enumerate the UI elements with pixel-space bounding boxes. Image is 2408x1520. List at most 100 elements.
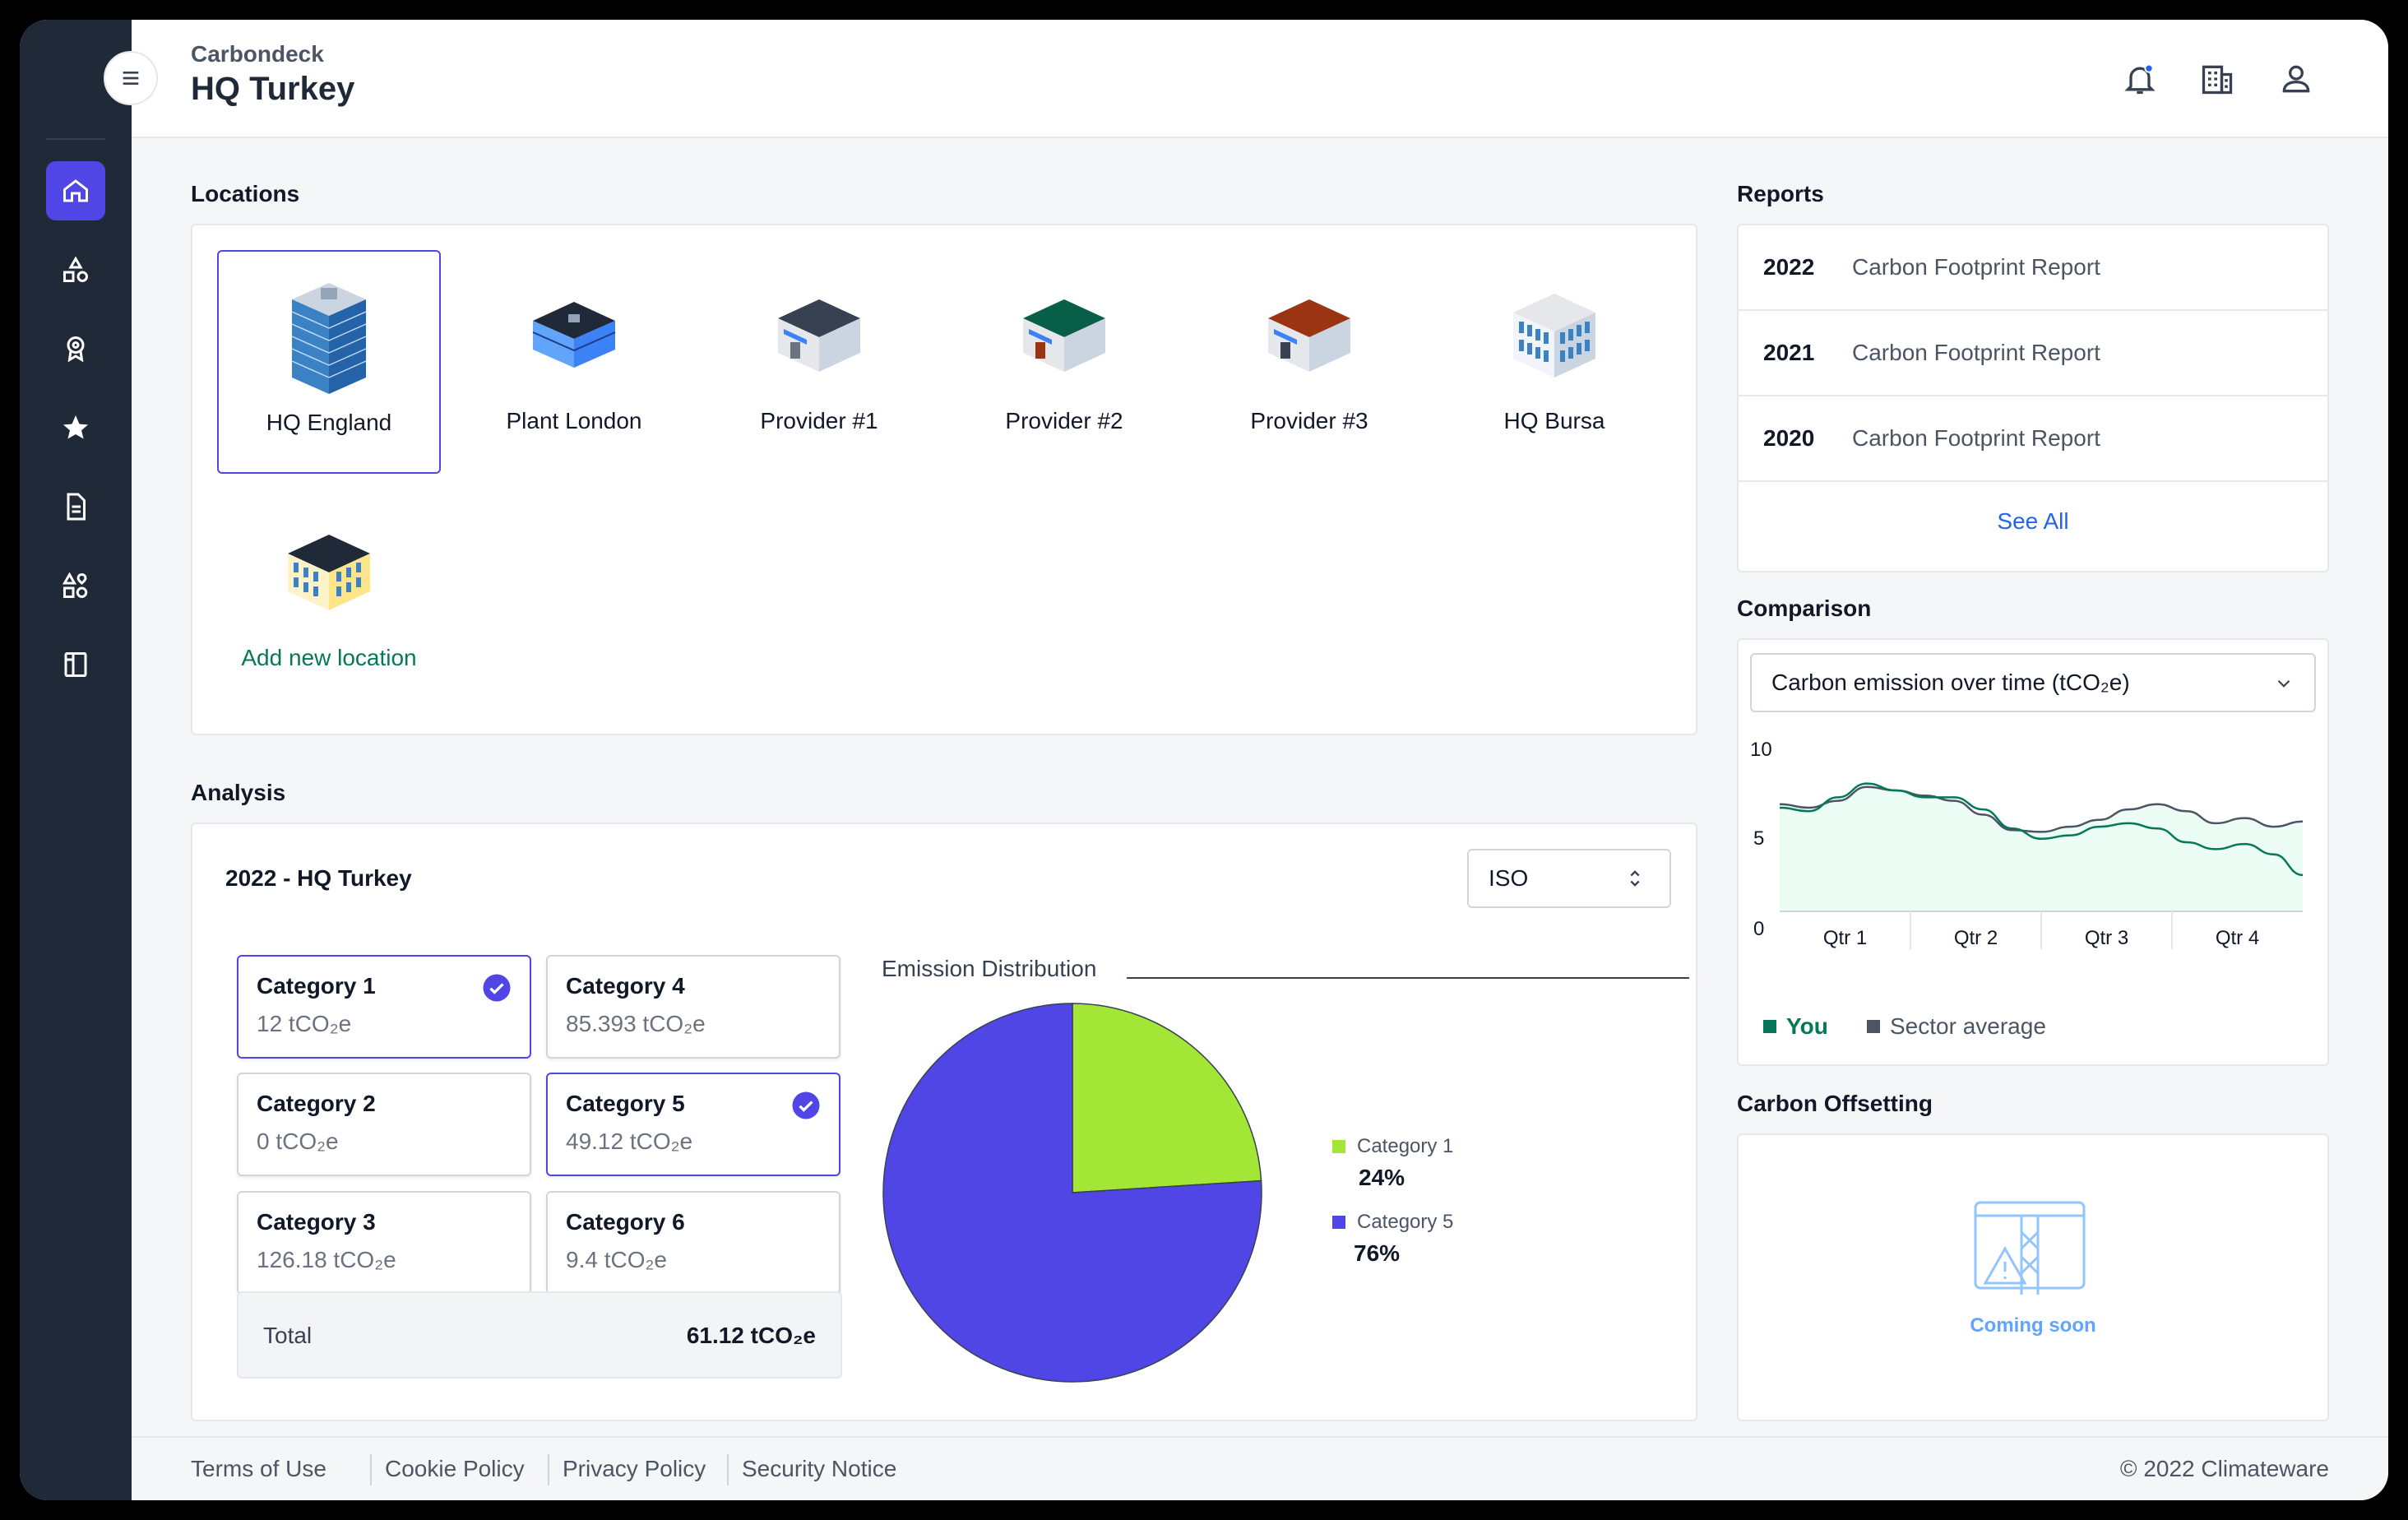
office-building-icon <box>1497 273 1612 396</box>
report-year: 2022 <box>1763 254 1815 280</box>
offsetting-card: Coming soon <box>1737 1133 2329 1421</box>
category-card-3[interactable]: Category 3 126.18 tCO₂e <box>237 1191 531 1295</box>
sidebar-item-categories[interactable] <box>46 556 105 615</box>
privacy-policy-link[interactable]: Privacy Policy <box>563 1456 706 1482</box>
category-name: Category 3 <box>257 1209 376 1235</box>
category-value: 12 tCO₂e <box>257 1011 352 1036</box>
category-card-2[interactable]: Category 2 0 tCO₂e <box>237 1073 531 1176</box>
legend-label: Category 5 <box>1357 1211 1454 1233</box>
x-tick-label: Qtr 2 <box>1954 927 1998 949</box>
category-name: Category 4 <box>566 973 685 999</box>
warehouse-dark-roof-icon <box>762 273 877 396</box>
distribution-divider <box>1127 977 1689 979</box>
bell-icon <box>2124 63 2156 95</box>
locations-card: HQ England Plant London Provider #1 Prov… <box>191 224 1697 735</box>
user-icon <box>2282 65 2310 93</box>
footer-separator <box>370 1454 372 1485</box>
location-label: Provider #1 <box>760 408 878 433</box>
x-tick-label: Qtr 4 <box>2216 927 2259 949</box>
add-location-label: Add new location <box>241 645 417 670</box>
coming-soon-label: Coming soon <box>1970 1314 2096 1337</box>
under-construction-icon <box>1974 1201 2086 1295</box>
check-circle-icon <box>792 1091 820 1119</box>
sidebar-item-reports[interactable] <box>46 635 105 694</box>
report-name: Carbon Footprint Report <box>1852 254 2100 280</box>
sidebar-item-home[interactable] <box>46 161 105 220</box>
hamburger-icon <box>123 72 139 85</box>
report-name: Carbon Footprint Report <box>1852 425 2100 451</box>
category-value: 9.4 tCO₂e <box>566 1247 667 1272</box>
category-value: 85.393 tCO₂e <box>566 1011 706 1036</box>
report-row-2020[interactable]: 2020 Carbon Footprint Report <box>1739 396 2327 482</box>
location-plant-london[interactable]: Plant London <box>462 250 686 474</box>
add-location-button[interactable]: Add new location <box>217 487 441 711</box>
category-card-1[interactable]: Category 1 12 tCO₂e <box>237 955 531 1059</box>
category-card-5[interactable]: Category 5 49.12 tCO₂e <box>546 1073 840 1176</box>
report-row-2021[interactable]: 2021 Carbon Footprint Report <box>1739 311 2327 396</box>
notifications-button[interactable] <box>2120 59 2160 99</box>
profile-button[interactable] <box>2276 59 2316 99</box>
distribution-title: Emission Distribution <box>882 956 1097 981</box>
category-value: 0 tCO₂e <box>257 1128 339 1154</box>
pie-legend-category-5-percent: 76% <box>1354 1240 1401 1266</box>
y-tick-label: 5 <box>1753 827 1765 850</box>
legend-sector-label: Sector average <box>1890 1013 2046 1039</box>
location-provider-3[interactable]: Provider #3 <box>1197 250 1421 474</box>
locations-title: Locations <box>191 181 300 206</box>
office-tower-building-icon <box>271 275 387 398</box>
comparison-title: Comparison <box>1737 595 1872 621</box>
menu-toggle-button[interactable] <box>104 51 158 105</box>
cookie-policy-link[interactable]: Cookie Policy <box>385 1456 525 1482</box>
location-label: Plant London <box>506 408 642 433</box>
report-year: 2020 <box>1763 425 1815 451</box>
check-circle-icon <box>483 974 511 1002</box>
legend-you: You <box>1763 1013 1828 1040</box>
category-card-4[interactable]: Category 4 85.393 tCO₂e <box>546 955 840 1059</box>
location-hq-england[interactable]: HQ England <box>217 250 441 474</box>
category-name: Category 1 <box>257 973 376 999</box>
location-label: HQ Bursa <box>1503 408 1605 433</box>
sidebar-item-badge[interactable] <box>46 319 105 378</box>
sidebar-divider <box>46 138 105 140</box>
legend-sector-average: Sector average <box>1867 1013 2046 1040</box>
pie-legend-category-1: Category 1 <box>1332 1135 1453 1158</box>
category-card-6[interactable]: Category 6 9.4 tCO₂e <box>546 1191 840 1295</box>
app-window: Carbondeck HQ Turkey Locations HQ Englan… <box>20 20 2388 1500</box>
sidebar-item-shapes[interactable] <box>46 240 105 299</box>
location-provider-1[interactable]: Provider #1 <box>707 250 931 474</box>
sidebar-item-favorites[interactable] <box>46 398 105 457</box>
report-year: 2021 <box>1763 340 1815 365</box>
chevron-up-down-icon <box>1630 870 1640 887</box>
x-tick-label: Qtr 3 <box>2085 927 2128 949</box>
comparison-card: Carbon emission over time (tCO₂e) 10 5 0… <box>1737 638 2329 1066</box>
terms-of-use-link[interactable]: Terms of Use <box>191 1456 326 1482</box>
report-icon <box>64 652 87 677</box>
warehouse-green-roof-icon <box>1007 273 1122 396</box>
sidebar-item-documents[interactable] <box>46 477 105 536</box>
location-hq-bursa[interactable]: HQ Bursa <box>1442 250 1666 474</box>
pie-legend-category-5: Category 5 <box>1332 1211 1453 1234</box>
categories-icon <box>62 572 88 598</box>
report-row-2022[interactable]: 2022 Carbon Footprint Report <box>1739 225 2327 311</box>
total-value: 61.12 tCO₂e <box>686 1323 816 1348</box>
footer-separator <box>548 1454 549 1485</box>
pie-slice-category-1 <box>1072 1003 1262 1193</box>
security-notice-link[interactable]: Security Notice <box>742 1456 896 1482</box>
location-label: Provider #3 <box>1250 408 1368 433</box>
total-row: Total 61.12 tCO₂e <box>237 1291 842 1379</box>
chevron-down-icon <box>2277 679 2290 688</box>
factory-building-icon <box>516 273 632 396</box>
comparison-metric-select[interactable]: Carbon emission over time (tCO₂e) <box>1750 653 2316 712</box>
home-icon <box>63 179 88 202</box>
reports-card: 2022 Carbon Footprint Report 2021 Carbon… <box>1737 224 2329 572</box>
sidebar <box>20 20 132 1500</box>
legend-swatch <box>1867 1020 1880 1033</box>
organization-button[interactable] <box>2197 59 2237 99</box>
category-name: Category 2 <box>257 1091 376 1116</box>
offsetting-title: Carbon Offsetting <box>1737 1091 1933 1116</box>
legend-swatch <box>1763 1020 1776 1033</box>
location-provider-2[interactable]: Provider #2 <box>952 250 1176 474</box>
comparison-line-chart: Qtr 1 Qtr 2 Qtr 3 Qtr 4 <box>1780 782 2304 949</box>
see-all-reports-link[interactable]: See All <box>1739 508 2327 535</box>
standard-select[interactable]: ISO <box>1467 849 1671 908</box>
